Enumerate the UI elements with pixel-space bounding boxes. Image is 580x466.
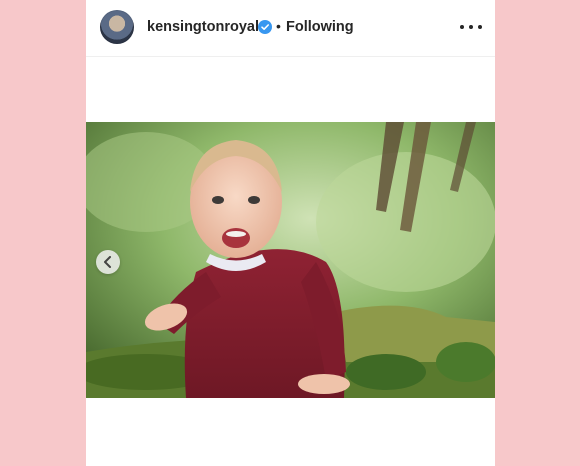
previous-photo-button[interactable]	[96, 250, 120, 274]
more-dot	[478, 25, 482, 29]
avatar[interactable]	[100, 10, 134, 44]
post-photo[interactable]	[86, 122, 495, 398]
chevron-left-icon	[104, 256, 111, 268]
instagram-post: kensingtonroyal • Following	[86, 0, 495, 466]
post-header: kensingtonroyal • Following	[86, 0, 495, 57]
more-dot	[469, 25, 473, 29]
separator-dot: •	[276, 18, 281, 34]
following-button[interactable]: Following	[286, 18, 354, 36]
verified-badge-icon	[258, 20, 272, 34]
more-dot	[460, 25, 464, 29]
more-options-icon[interactable]	[460, 18, 482, 36]
post-photo-image	[86, 122, 495, 398]
username-link[interactable]: kensingtonroyal	[147, 18, 259, 36]
